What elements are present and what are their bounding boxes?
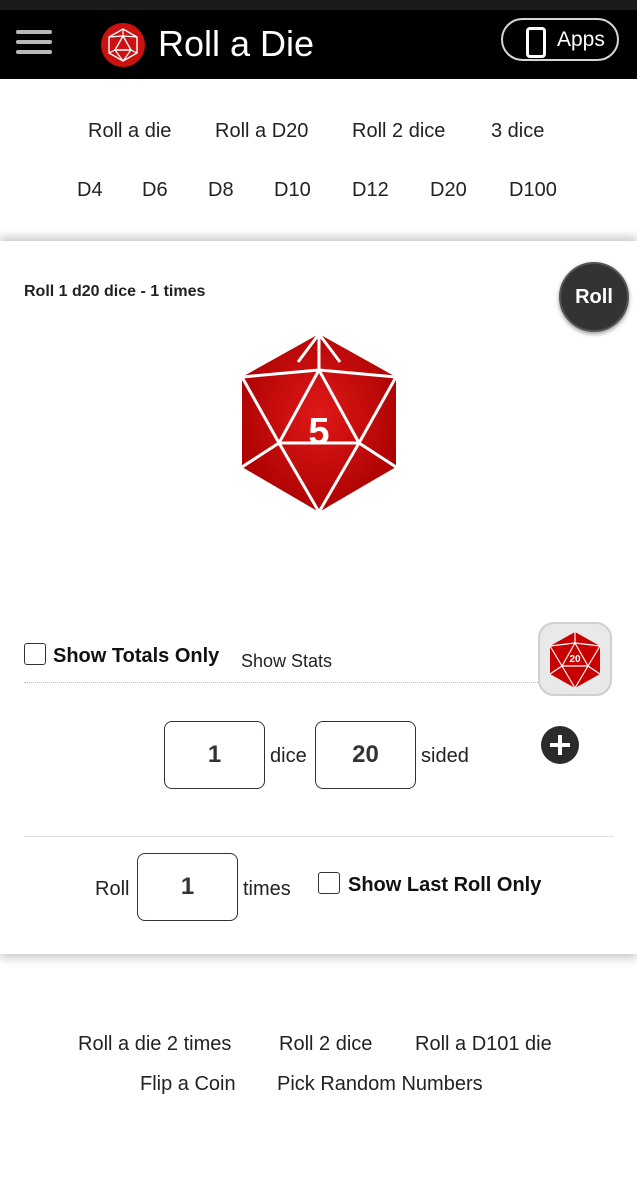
die-thumbnail-label: 20 <box>569 654 581 665</box>
dotted-divider <box>24 682 544 683</box>
apps-button[interactable]: Apps <box>501 18 619 61</box>
footer-link-roll-die-2-times[interactable]: Roll a die 2 times <box>78 1033 231 1056</box>
apps-button-label: Apps <box>557 28 605 51</box>
roll-button[interactable]: Roll <box>559 262 629 332</box>
show-totals-only-label[interactable]: Show Totals Only <box>53 645 219 668</box>
nav-link-d100[interactable]: D100 <box>509 179 557 202</box>
footer-link-flip-coin[interactable]: Flip a Coin <box>140 1073 236 1096</box>
dice-roller-card: Roll 1 d20 dice - 1 times Roll 5 Show To… <box>0 241 637 954</box>
die-type-selector-button[interactable]: 20 <box>538 622 612 696</box>
show-last-roll-only-checkbox[interactable] <box>318 872 340 894</box>
footer-link-roll-d101[interactable]: Roll a D101 die <box>415 1033 552 1056</box>
sided-label: sided <box>421 745 469 767</box>
times-label: times <box>243 878 291 900</box>
footer-link-roll-2-dice[interactable]: Roll 2 dice <box>279 1033 372 1056</box>
dice-label: dice <box>270 745 307 767</box>
sides-input[interactable]: 20 <box>315 721 416 789</box>
nav-link-roll-2-dice[interactable]: Roll 2 dice <box>352 120 445 143</box>
show-totals-only-checkbox[interactable] <box>24 643 46 665</box>
phone-icon <box>526 27 546 58</box>
add-dice-plus-icon[interactable] <box>541 726 579 764</box>
nav-link-d10[interactable]: D10 <box>274 179 311 202</box>
nav-link-d20[interactable]: D20 <box>430 179 467 202</box>
dice-count-input[interactable]: 1 <box>164 721 265 789</box>
section-divider <box>24 836 614 837</box>
roll-description: Roll 1 d20 dice - 1 times <box>24 283 206 300</box>
nav-link-d8[interactable]: D8 <box>208 179 234 202</box>
show-stats-link[interactable]: Show Stats <box>241 651 332 672</box>
nav-link-roll-a-die[interactable]: Roll a die <box>88 120 171 143</box>
nav-link-d6[interactable]: D6 <box>142 179 168 202</box>
d20-die-result-icon[interactable] <box>238 332 400 514</box>
nav-link-d4[interactable]: D4 <box>77 179 103 202</box>
footer-link-pick-random-numbers[interactable]: Pick Random Numbers <box>277 1073 483 1096</box>
roll-times-prefix: Roll <box>95 878 130 900</box>
status-strip <box>0 0 637 10</box>
nav-link-roll-a-d20[interactable]: Roll a D20 <box>215 120 308 143</box>
nav-link-d12[interactable]: D12 <box>352 179 389 202</box>
app-header: Roll a Die Apps <box>0 10 637 79</box>
app-title[interactable]: Roll a Die <box>158 21 314 67</box>
d20-logo-icon <box>101 23 145 67</box>
roll-times-input[interactable]: 1 <box>137 853 238 921</box>
hamburger-menu-icon[interactable] <box>16 30 52 56</box>
show-last-roll-only-label[interactable]: Show Last Roll Only <box>348 874 541 897</box>
nav-link-3-dice[interactable]: 3 dice <box>491 120 544 143</box>
